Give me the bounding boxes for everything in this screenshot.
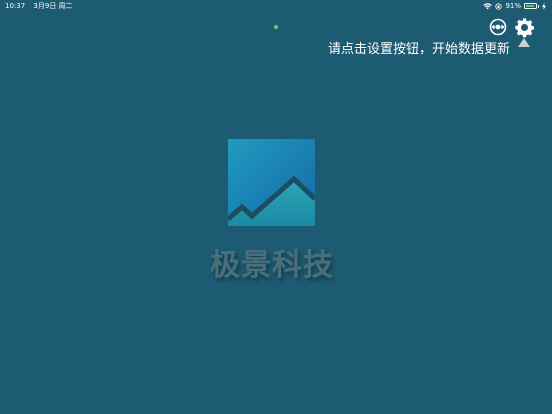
status-bar: 10:37 3月9日 周二 91% <box>0 0 552 12</box>
wifi-icon <box>483 2 493 9</box>
settings-button[interactable] <box>514 17 535 38</box>
brand-name: 极景科技 <box>210 248 334 283</box>
status-right: 91% <box>480 0 546 12</box>
sync-icon <box>489 18 507 36</box>
orientation-lock-icon <box>495 2 503 10</box>
hint-text: 请点击设置按钮，开始数据更新 <box>327 42 510 57</box>
battery-cap <box>538 4 539 8</box>
battery-indicator <box>524 3 539 9</box>
charging-icon <box>542 2 546 10</box>
gear-icon <box>515 18 535 38</box>
status-date: 3月9日 周二 <box>33 2 73 10</box>
app-screen: 10:37 3月9日 周二 91% 请点击设置按钮，开始数据更新 极景科技 <box>0 0 552 414</box>
battery-percent: 91% <box>505 2 521 10</box>
status-left: 10:37 3月9日 周二 <box>5 0 79 12</box>
status-time: 10:37 <box>5 2 26 10</box>
mountain-logo-icon <box>226 139 317 226</box>
battery-fill <box>526 5 535 7</box>
sync-button[interactable] <box>488 17 508 37</box>
camera-indicator <box>274 25 278 29</box>
battery-icon <box>524 3 537 9</box>
hint-arrow-icon <box>518 38 530 47</box>
brand-logo <box>226 139 317 226</box>
